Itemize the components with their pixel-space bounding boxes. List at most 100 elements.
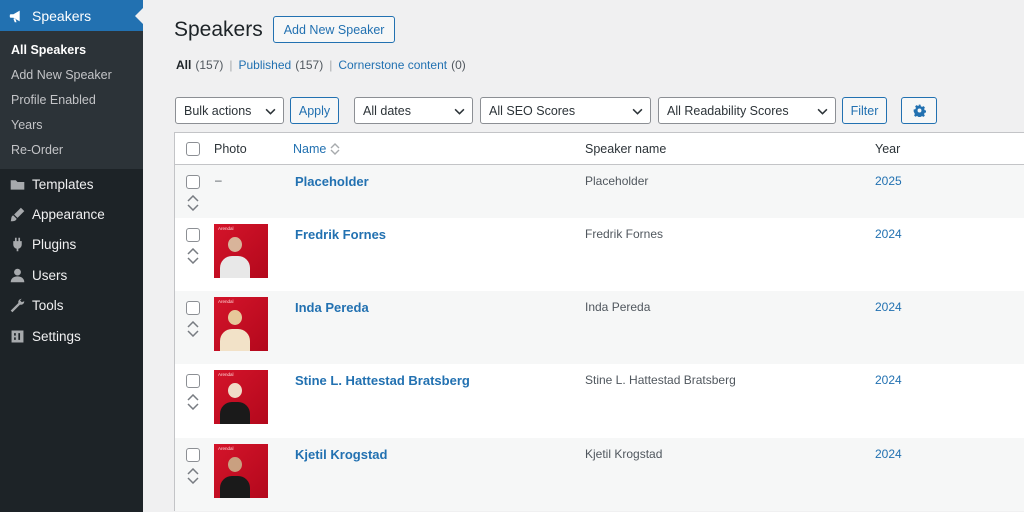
drag-handle-icon[interactable] [186,321,200,338]
row-checkbox[interactable] [186,447,200,462]
sidebar-item-label: Templates [32,176,94,192]
year-link[interactable]: 2024 [875,373,902,387]
photo-tag: Arendal [218,299,234,305]
sidebar-item-speakers[interactable]: Speakers [0,0,143,31]
photo-tag: Arendal [218,372,234,378]
separator: | [329,58,333,72]
select-all-checkbox[interactable] [186,142,200,156]
photo-tag: Arendal [218,445,234,451]
apply-button[interactable]: Apply [290,97,339,124]
current-menu-arrow [135,8,143,24]
speaker-name-cell: Placeholder [585,174,649,188]
speaker-title-link[interactable]: Fredrik Fornes [295,227,386,242]
speakers-table: Photo Name Speaker name Year – Placehold… [174,132,1024,511]
photo-person-head [228,310,242,326]
submenu-add-new-speaker[interactable]: Add New Speaker [0,62,143,87]
sidebar-item-appearance[interactable]: Appearance [0,199,143,229]
photo-person-body [220,402,250,425]
chevron-down-icon [817,108,828,115]
bulk-actions-select[interactable]: Bulk actions [175,97,284,124]
photo-tag: Arendal [218,226,234,231]
drag-handle-icon[interactable] [186,195,200,211]
sidebar-item-label: Speakers [32,7,92,24]
seo-scores-select[interactable]: All SEO Scores [480,97,651,124]
speaker-title-link[interactable]: Placeholder [295,174,369,189]
folder-icon [8,175,26,193]
speaker-title-link[interactable]: Inda Pereda [295,300,369,315]
settings-icon [8,327,26,345]
photo-person-body [220,475,250,498]
sidebar-item-label: Tools [32,298,64,314]
filter-published-link[interactable]: Published [238,58,291,72]
row-checkbox[interactable] [186,228,200,242]
photo-person-head [228,383,242,399]
page-title: Speakers [174,17,263,41]
row-checkbox[interactable] [186,175,200,189]
speaker-title-link[interactable]: Stine L. Hattestad Bratsberg [295,373,470,388]
photo-person-head [228,237,242,252]
submenu-re-order[interactable]: Re-Order [0,137,143,162]
drag-handle-icon[interactable] [186,467,200,484]
filter-cornerstone-link[interactable]: Cornerstone content [338,58,447,72]
sidebar-item-tools[interactable]: Tools [0,291,143,321]
column-name-label: Name [293,142,327,156]
year-link[interactable]: 2025 [875,174,902,188]
column-photo: Photo [214,142,247,156]
user-icon [8,266,26,284]
separator: | [229,58,233,72]
table-row: Arendal Kjetil Krogstad Kjetil Krogstad … [175,437,1024,511]
dates-value: All dates [363,103,411,118]
year-link[interactable]: 2024 [875,227,902,241]
admin-sidebar: Speakers All Speakers Add New Speaker Pr… [0,0,143,512]
add-new-speaker-button[interactable]: Add New Speaker [272,16,396,43]
speakers-submenu: All Speakers Add New Speaker Profile Ena… [0,31,143,169]
photo-person-body [220,256,250,278]
bulk-actions-value: Bulk actions [184,103,252,118]
screen-options-button[interactable] [901,97,937,124]
table-row: Arendal Inda Pereda Inda Pereda 2024 [175,291,1024,365]
submenu-profile-enabled[interactable]: Profile Enabled [0,87,143,112]
page-header: Speakers Add New Speaker [174,16,396,43]
submenu-all-speakers[interactable]: All Speakers [0,37,143,62]
sidebar-item-settings[interactable]: Settings [0,321,143,351]
row-checkbox[interactable] [186,301,200,316]
chevron-down-icon [265,108,276,115]
photo-person-head [228,456,242,472]
speaker-name-cell: Inda Pereda [585,300,651,315]
filter-all-link[interactable]: All [176,58,191,72]
drag-handle-icon[interactable] [186,394,200,411]
plug-icon [8,236,26,254]
year-link[interactable]: 2024 [875,447,902,461]
brush-icon [8,206,26,224]
sidebar-item-templates[interactable]: Templates [0,169,143,199]
readability-scores-value: All Readability Scores [667,103,789,118]
filter-all-count: (157) [195,58,224,72]
submenu-years[interactable]: Years [0,112,143,137]
filter-button[interactable]: Filter [842,97,887,124]
speaker-photo: Arendal [214,370,268,425]
drag-handle-icon[interactable] [186,248,200,264]
sidebar-item-label: Appearance [32,207,105,223]
table-header: Photo Name Speaker name Year [175,133,1024,165]
sidebar-item-label: Settings [32,328,81,344]
wrench-icon [8,297,26,315]
speaker-name-cell: Stine L. Hattestad Bratsberg [585,373,736,388]
table-row: – Placeholder Placeholder 2025 [175,165,1024,218]
speaker-title-link[interactable]: Kjetil Krogstad [295,447,387,462]
dates-select[interactable]: All dates [354,97,473,124]
sidebar-item-users[interactable]: Users [0,260,143,290]
row-checkbox[interactable] [186,374,200,389]
speaker-photo: Arendal [214,224,268,278]
table-row: Arendal Fredrik Fornes Fredrik Fornes 20… [175,218,1024,291]
chevron-down-icon [454,108,465,115]
main-content: Speakers Add New Speaker All (157) | Pub… [143,0,1024,512]
column-name-sortable[interactable]: Name [293,142,340,156]
sidebar-item-plugins[interactable]: Plugins [0,230,143,260]
column-speaker-name: Speaker name [585,142,667,156]
sort-icon [330,143,340,155]
chevron-down-icon [632,108,643,115]
no-photo-placeholder: – [215,173,222,187]
megaphone-icon [8,7,26,25]
readability-scores-select[interactable]: All Readability Scores [658,97,836,124]
year-link[interactable]: 2024 [875,300,902,314]
